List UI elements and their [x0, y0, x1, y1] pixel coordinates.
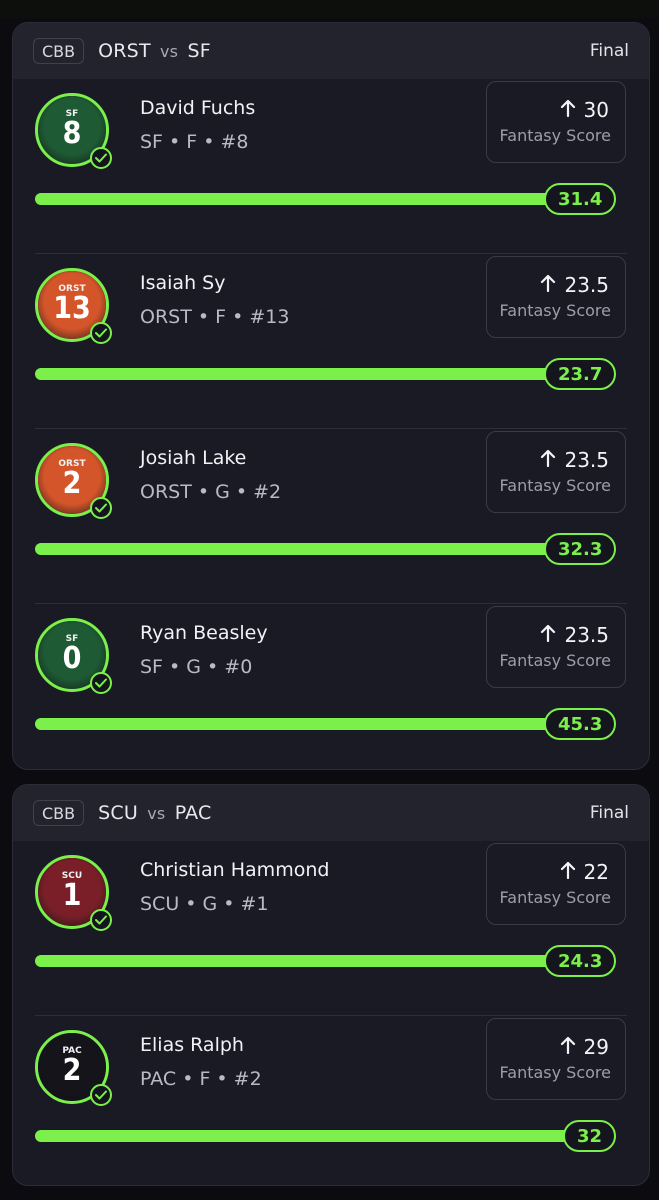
- checkmark-icon: [90, 909, 112, 931]
- player-name: Ryan Beasley: [140, 622, 268, 644]
- progress-bar: [35, 955, 610, 967]
- projection-value: 29: [583, 1035, 609, 1059]
- progress-bar: [35, 193, 610, 205]
- stat-type-label: Fantasy Score: [499, 301, 611, 320]
- player-row[interactable]: SF 0 Ryan Beasley SF • G • #0 23.5 Fanta…: [13, 604, 649, 769]
- projection-value: 23.5: [564, 273, 609, 297]
- actual-score-pill: 23.7: [544, 358, 617, 390]
- checkmark-icon: [90, 672, 112, 694]
- matchup-title: ORST vs SF: [98, 40, 211, 62]
- projection-line: 22: [560, 860, 609, 884]
- projection-box[interactable]: 23.5 Fantasy Score: [486, 256, 626, 338]
- matchup-title: SCU vs PAC: [98, 802, 211, 824]
- arrow-up-icon: [560, 860, 576, 884]
- vs-label: vs: [160, 42, 179, 61]
- arrow-up-icon: [560, 1035, 576, 1059]
- jersey-number: 2: [62, 466, 82, 501]
- stat-type-label: Fantasy Score: [499, 888, 611, 907]
- stat-type-label: Fantasy Score: [499, 126, 611, 145]
- jersey-number: 13: [53, 291, 91, 326]
- player-meta: PAC • F • #2: [140, 1068, 262, 1090]
- player-meta: SCU • G • #1: [140, 893, 269, 915]
- player-name: Elias Ralph: [140, 1034, 244, 1056]
- actual-score-pill: 45.3: [544, 708, 617, 740]
- checkmark-icon: [90, 497, 112, 519]
- projection-line: 29: [560, 1035, 609, 1059]
- player-row[interactable]: SF 8 David Fuchs SF • F • #8 30 Fantasy …: [13, 79, 649, 254]
- game-card-orst-sf[interactable]: CBB ORST vs SF Final SF 8 David Fuchs SF…: [12, 22, 650, 770]
- player-row[interactable]: PAC 2 Elias Ralph PAC • F • #2 29 Fantas…: [13, 1016, 649, 1185]
- progress-bar: [35, 718, 610, 730]
- game-card-scu-pac[interactable]: CBB SCU vs PAC Final SCU 1 Christian Ham…: [12, 784, 650, 1186]
- stat-type-label: Fantasy Score: [499, 476, 611, 495]
- team-b: SF: [187, 40, 211, 62]
- player-name: Christian Hammond: [140, 859, 330, 881]
- game-header: CBB ORST vs SF Final: [13, 23, 649, 79]
- progress-bar: [35, 1130, 610, 1142]
- player-list: SCU 1 Christian Hammond SCU • G • #1 22 …: [13, 841, 649, 1185]
- projection-box[interactable]: 23.5 Fantasy Score: [486, 606, 626, 688]
- game-header: CBB SCU vs PAC Final: [13, 785, 649, 841]
- player-row[interactable]: ORST 2 Josiah Lake ORST • G • #2 23.5 Fa…: [13, 429, 649, 604]
- arrow-up-icon: [540, 448, 556, 472]
- player-name: Josiah Lake: [140, 447, 247, 469]
- player-name: David Fuchs: [140, 97, 256, 119]
- actual-score-pill: 32: [563, 1120, 617, 1152]
- checkmark-icon: [90, 322, 112, 344]
- vs-label: vs: [147, 804, 166, 823]
- team-a: SCU: [98, 802, 138, 824]
- top-strip: [0, 0, 659, 18]
- player-meta: SF • F • #8: [140, 131, 249, 153]
- team-b: PAC: [174, 802, 212, 824]
- progress-bar: [35, 368, 610, 380]
- checkmark-icon: [90, 147, 112, 169]
- stat-type-label: Fantasy Score: [499, 1063, 611, 1082]
- projection-line: 23.5: [540, 448, 609, 472]
- league-badge: CBB: [33, 38, 85, 64]
- stat-type-label: Fantasy Score: [499, 651, 611, 670]
- actual-score-pill: 32.3: [544, 533, 617, 565]
- arrow-up-icon: [560, 98, 576, 122]
- projection-line: 30: [560, 98, 609, 122]
- projection-value: 23.5: [564, 448, 609, 472]
- league-badge: CBB: [33, 800, 85, 826]
- player-row[interactable]: ORST 13 Isaiah Sy ORST • F • #13 23.5 Fa…: [13, 254, 649, 429]
- player-meta: ORST • G • #2: [140, 481, 282, 503]
- game-status: Final: [589, 803, 629, 823]
- arrow-up-icon: [540, 623, 556, 647]
- team-a: ORST: [98, 40, 151, 62]
- actual-score-pill: 24.3: [544, 945, 617, 977]
- jersey-number: 0: [62, 641, 82, 676]
- game-status: Final: [589, 41, 629, 61]
- checkmark-icon: [90, 1084, 112, 1106]
- arrow-up-icon: [540, 273, 556, 297]
- player-meta: ORST • F • #13: [140, 306, 290, 328]
- projection-value: 30: [583, 98, 609, 122]
- projection-value: 23.5: [564, 623, 609, 647]
- player-list: SF 8 David Fuchs SF • F • #8 30 Fantasy …: [13, 79, 649, 769]
- player-row[interactable]: SCU 1 Christian Hammond SCU • G • #1 22 …: [13, 841, 649, 1016]
- projection-line: 23.5: [540, 273, 609, 297]
- projection-box[interactable]: 29 Fantasy Score: [486, 1018, 626, 1100]
- jersey-number: 1: [62, 878, 82, 913]
- projection-box[interactable]: 23.5 Fantasy Score: [486, 431, 626, 513]
- projection-value: 22: [583, 860, 609, 884]
- jersey-number: 2: [62, 1053, 82, 1088]
- jersey-number: 8: [62, 116, 82, 151]
- projection-box[interactable]: 22 Fantasy Score: [486, 843, 626, 925]
- projection-box[interactable]: 30 Fantasy Score: [486, 81, 626, 163]
- player-name: Isaiah Sy: [140, 272, 226, 294]
- player-meta: SF • G • #0: [140, 656, 253, 678]
- progress-bar: [35, 543, 610, 555]
- actual-score-pill: 31.4: [544, 183, 617, 215]
- projection-line: 23.5: [540, 623, 609, 647]
